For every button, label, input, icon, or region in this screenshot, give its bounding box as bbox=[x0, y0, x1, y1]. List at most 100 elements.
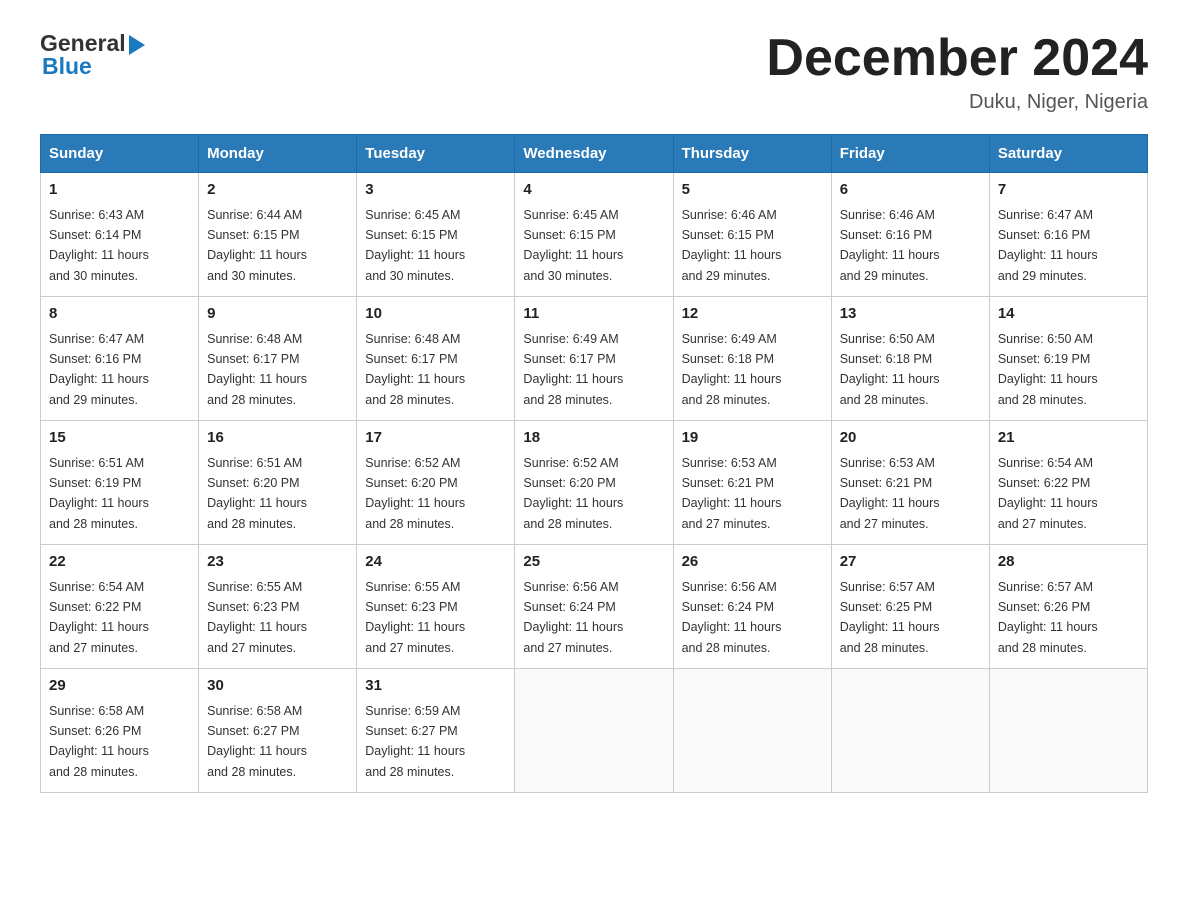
day-number: 16 bbox=[207, 427, 348, 450]
day-number: 10 bbox=[365, 303, 506, 326]
day-number: 11 bbox=[523, 303, 664, 326]
calendar-day-cell: 24 Sunrise: 6:55 AMSunset: 6:23 PMDayligh… bbox=[357, 545, 515, 669]
day-info: Sunrise: 6:44 AMSunset: 6:15 PMDaylight:… bbox=[207, 208, 307, 283]
day-info: Sunrise: 6:51 AMSunset: 6:19 PMDaylight:… bbox=[49, 456, 149, 531]
title-section: December 2024 Duku, Niger, Nigeria bbox=[766, 30, 1148, 114]
day-number: 9 bbox=[207, 303, 348, 326]
day-info: Sunrise: 6:51 AMSunset: 6:20 PMDaylight:… bbox=[207, 456, 307, 531]
col-friday: Friday bbox=[831, 135, 989, 173]
calendar-week-row: 8Sunrise: 6:47 AMSunset: 6:16 PMDaylight… bbox=[41, 297, 1148, 421]
location: Duku, Niger, Nigeria bbox=[766, 91, 1148, 114]
day-number: 31 bbox=[365, 675, 506, 698]
day-number: 7 bbox=[998, 179, 1139, 202]
day-number: 25 bbox=[523, 551, 664, 574]
calendar-day-cell bbox=[673, 669, 831, 793]
day-number: 24 bbox=[365, 551, 506, 574]
day-number: 5 bbox=[682, 179, 823, 202]
calendar-day-cell: 13Sunrise: 6:50 AMSunset: 6:18 PMDayligh… bbox=[831, 297, 989, 421]
calendar-day-cell: 15 Sunrise: 6:51 AMSunset: 6:19 PMDayligh… bbox=[41, 421, 199, 545]
day-info: Sunrise: 6:47 AMSunset: 6:16 PMDaylight:… bbox=[49, 332, 149, 407]
day-info: Sunrise: 6:47 AMSunset: 6:16 PMDaylight:… bbox=[998, 208, 1098, 283]
calendar-day-cell: 27 Sunrise: 6:57 AMSunset: 6:25 PMDayligh… bbox=[831, 545, 989, 669]
day-info: Sunrise: 6:48 AMSunset: 6:17 PMDaylight:… bbox=[365, 332, 465, 407]
calendar-day-cell: 23Sunrise: 6:55 AMSunset: 6:23 PMDayligh… bbox=[199, 545, 357, 669]
calendar-week-row: 15 Sunrise: 6:51 AMSunset: 6:19 PMDayligh… bbox=[41, 421, 1148, 545]
calendar-day-cell: 29 Sunrise: 6:58 AMSunset: 6:26 PMDayligh… bbox=[41, 669, 199, 793]
col-monday: Monday bbox=[199, 135, 357, 173]
calendar-day-cell: 6 Sunrise: 6:46 AMSunset: 6:16 PMDaylight… bbox=[831, 173, 989, 297]
calendar-day-cell: 7 Sunrise: 6:47 AMSunset: 6:16 PMDaylight… bbox=[989, 173, 1147, 297]
calendar-day-cell: 16 Sunrise: 6:51 AMSunset: 6:20 PMDayligh… bbox=[199, 421, 357, 545]
col-thursday: Thursday bbox=[673, 135, 831, 173]
day-info: Sunrise: 6:46 AMSunset: 6:16 PMDaylight:… bbox=[840, 208, 940, 283]
day-info: Sunrise: 6:45 AMSunset: 6:15 PMDaylight:… bbox=[365, 208, 465, 283]
logo-triangle-icon bbox=[129, 35, 145, 55]
calendar-day-cell: 3Sunrise: 6:45 AMSunset: 6:15 PMDaylight… bbox=[357, 173, 515, 297]
day-number: 18 bbox=[523, 427, 664, 450]
day-number: 28 bbox=[998, 551, 1139, 574]
calendar-day-cell: 18 Sunrise: 6:52 AMSunset: 6:20 PMDayligh… bbox=[515, 421, 673, 545]
day-number: 14 bbox=[998, 303, 1139, 326]
calendar-week-row: 29 Sunrise: 6:58 AMSunset: 6:26 PMDayligh… bbox=[41, 669, 1148, 793]
col-sunday: Sunday bbox=[41, 135, 199, 173]
calendar-week-row: 1 Sunrise: 6:43 AMSunset: 6:14 PMDaylight… bbox=[41, 173, 1148, 297]
day-info: Sunrise: 6:48 AMSunset: 6:17 PMDaylight:… bbox=[207, 332, 307, 407]
day-number: 19 bbox=[682, 427, 823, 450]
calendar-day-cell: 12Sunrise: 6:49 AMSunset: 6:18 PMDayligh… bbox=[673, 297, 831, 421]
day-number: 23 bbox=[207, 551, 348, 574]
calendar-day-cell bbox=[515, 669, 673, 793]
calendar-day-cell: 2Sunrise: 6:44 AMSunset: 6:15 PMDaylight… bbox=[199, 173, 357, 297]
day-info: Sunrise: 6:49 AMSunset: 6:18 PMDaylight:… bbox=[682, 332, 782, 407]
calendar-day-cell: 4 Sunrise: 6:45 AMSunset: 6:15 PMDaylight… bbox=[515, 173, 673, 297]
calendar-day-cell: 17 Sunrise: 6:52 AMSunset: 6:20 PMDayligh… bbox=[357, 421, 515, 545]
day-number: 17 bbox=[365, 427, 506, 450]
day-info: Sunrise: 6:57 AMSunset: 6:26 PMDaylight:… bbox=[998, 580, 1098, 655]
day-info: Sunrise: 6:45 AMSunset: 6:15 PMDaylight:… bbox=[523, 208, 623, 283]
day-number: 13 bbox=[840, 303, 981, 326]
month-title: December 2024 bbox=[766, 30, 1148, 87]
calendar-table: Sunday Monday Tuesday Wednesday Thursday… bbox=[40, 134, 1148, 793]
day-number: 30 bbox=[207, 675, 348, 698]
calendar-day-cell: 31 Sunrise: 6:59 AMSunset: 6:27 PMDayligh… bbox=[357, 669, 515, 793]
calendar-day-cell: 25 Sunrise: 6:56 AMSunset: 6:24 PMDayligh… bbox=[515, 545, 673, 669]
calendar-day-cell: 10 Sunrise: 6:48 AMSunset: 6:17 PMDayligh… bbox=[357, 297, 515, 421]
logo-blue-text: Blue bbox=[42, 53, 92, 80]
calendar-day-cell: 5 Sunrise: 6:46 AMSunset: 6:15 PMDaylight… bbox=[673, 173, 831, 297]
day-info: Sunrise: 6:53 AMSunset: 6:21 PMDaylight:… bbox=[840, 456, 940, 531]
calendar-day-cell: 26Sunrise: 6:56 AMSunset: 6:24 PMDayligh… bbox=[673, 545, 831, 669]
day-info: Sunrise: 6:59 AMSunset: 6:27 PMDaylight:… bbox=[365, 704, 465, 779]
calendar-day-cell: 1 Sunrise: 6:43 AMSunset: 6:14 PMDaylight… bbox=[41, 173, 199, 297]
day-number: 21 bbox=[998, 427, 1139, 450]
day-info: Sunrise: 6:52 AMSunset: 6:20 PMDaylight:… bbox=[523, 456, 623, 531]
day-info: Sunrise: 6:56 AMSunset: 6:24 PMDaylight:… bbox=[523, 580, 623, 655]
calendar-day-cell: 11 Sunrise: 6:49 AMSunset: 6:17 PMDayligh… bbox=[515, 297, 673, 421]
calendar-day-cell: 8Sunrise: 6:47 AMSunset: 6:16 PMDaylight… bbox=[41, 297, 199, 421]
day-info: Sunrise: 6:50 AMSunset: 6:19 PMDaylight:… bbox=[998, 332, 1098, 407]
day-info: Sunrise: 6:49 AMSunset: 6:17 PMDaylight:… bbox=[523, 332, 623, 407]
calendar-day-cell bbox=[989, 669, 1147, 793]
calendar-day-cell: 21Sunrise: 6:54 AMSunset: 6:22 PMDayligh… bbox=[989, 421, 1147, 545]
day-info: Sunrise: 6:58 AMSunset: 6:26 PMDaylight:… bbox=[49, 704, 149, 779]
day-info: Sunrise: 6:46 AMSunset: 6:15 PMDaylight:… bbox=[682, 208, 782, 283]
day-info: Sunrise: 6:57 AMSunset: 6:25 PMDaylight:… bbox=[840, 580, 940, 655]
day-info: Sunrise: 6:43 AMSunset: 6:14 PMDaylight:… bbox=[49, 208, 149, 283]
day-number: 29 bbox=[49, 675, 190, 698]
calendar-week-row: 22Sunrise: 6:54 AMSunset: 6:22 PMDayligh… bbox=[41, 545, 1148, 669]
calendar-day-cell: 28 Sunrise: 6:57 AMSunset: 6:26 PMDayligh… bbox=[989, 545, 1147, 669]
calendar-day-cell: 19Sunrise: 6:53 AMSunset: 6:21 PMDayligh… bbox=[673, 421, 831, 545]
day-number: 4 bbox=[523, 179, 664, 202]
calendar-day-cell bbox=[831, 669, 989, 793]
col-wednesday: Wednesday bbox=[515, 135, 673, 173]
day-number: 22 bbox=[49, 551, 190, 574]
calendar-header-row: Sunday Monday Tuesday Wednesday Thursday… bbox=[41, 135, 1148, 173]
day-number: 26 bbox=[682, 551, 823, 574]
day-number: 1 bbox=[49, 179, 190, 202]
day-number: 27 bbox=[840, 551, 981, 574]
day-info: Sunrise: 6:52 AMSunset: 6:20 PMDaylight:… bbox=[365, 456, 465, 531]
calendar-day-cell: 22Sunrise: 6:54 AMSunset: 6:22 PMDayligh… bbox=[41, 545, 199, 669]
day-info: Sunrise: 6:55 AMSunset: 6:23 PMDaylight:… bbox=[365, 580, 465, 655]
col-saturday: Saturday bbox=[989, 135, 1147, 173]
day-number: 6 bbox=[840, 179, 981, 202]
logo: General Blue bbox=[40, 30, 145, 80]
day-number: 15 bbox=[49, 427, 190, 450]
